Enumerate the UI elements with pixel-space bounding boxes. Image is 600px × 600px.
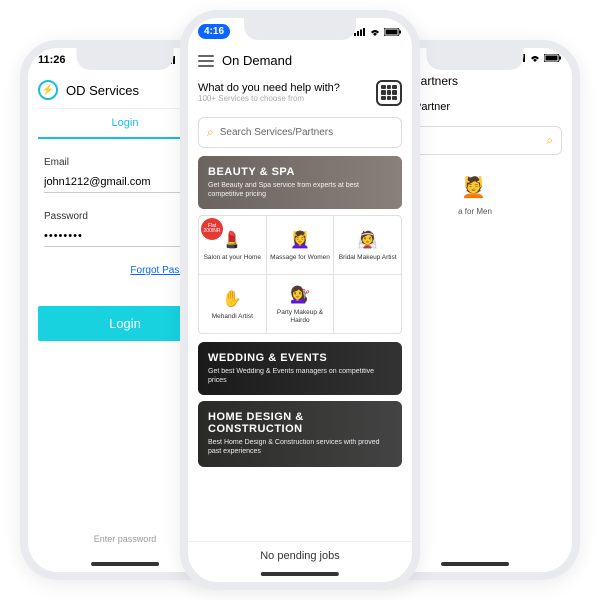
battery-icon xyxy=(384,28,402,36)
notch xyxy=(427,48,524,70)
wifi-icon xyxy=(529,54,541,62)
menu-icon[interactable] xyxy=(198,55,214,67)
service-salon-home[interactable]: Flat 200INR 💄 Salon at your Home xyxy=(199,216,266,274)
service-label: a for Men xyxy=(458,207,492,216)
home-indicator xyxy=(261,572,339,576)
clock: 11:26 xyxy=(38,54,66,66)
service-label: Massage for Women xyxy=(270,254,330,262)
bride-icon: 👰 xyxy=(357,229,379,251)
massage-icon: 💆 xyxy=(461,175,489,203)
banner-wedding-events[interactable]: WEDDING & EVENTS Get best Wedding & Even… xyxy=(198,342,402,395)
app-title: On Demand xyxy=(222,53,292,68)
no-pending-jobs: No pending jobs xyxy=(188,541,412,562)
search-icon: ⌕ xyxy=(546,133,553,148)
notch xyxy=(244,18,356,40)
service-massage-women[interactable]: 💆‍♀️ Massage for Women xyxy=(267,216,334,274)
service-empty xyxy=(334,275,401,333)
service-label: Bridal Makeup Artist xyxy=(339,254,397,262)
app-title: OD Services xyxy=(66,83,139,98)
service-label: Mehandi Artist xyxy=(212,313,253,321)
phone-home: 4:16 On Demand What do you need help wit… xyxy=(180,10,420,590)
search-icon: ⌕ xyxy=(207,125,214,140)
sub-prompt: 100+ Services to choose from xyxy=(198,94,370,103)
home-indicator xyxy=(441,562,509,566)
services-grid: Flat 200INR 💄 Salon at your Home 💆‍♀️ Ma… xyxy=(198,215,402,334)
notch xyxy=(77,48,174,70)
service-party-makeup[interactable]: 💇‍♀️ Party Makeup & Hairdo xyxy=(267,275,334,333)
clock: 4:16 xyxy=(198,24,230,39)
service-bridal-makeup[interactable]: 👰 Bridal Makeup Artist xyxy=(334,216,401,274)
banner-title: HOME DESIGN & CONSTRUCTION xyxy=(208,411,392,435)
banner-title: BEAUTY & SPA xyxy=(208,166,392,178)
hand-icon: ✋ xyxy=(221,288,243,310)
service-label: Party Makeup & Hairdo xyxy=(269,309,332,325)
wifi-icon xyxy=(369,28,381,36)
service-label: Salon at your Home xyxy=(204,254,261,262)
service-mehandi[interactable]: ✋ Mehandi Artist xyxy=(199,275,266,333)
banner-desc: Best Home Design & Construction services… xyxy=(208,438,392,456)
categories-grid-icon[interactable] xyxy=(376,80,402,106)
salon-icon: 💄 xyxy=(221,229,243,251)
home-indicator xyxy=(91,562,159,566)
status-icons xyxy=(354,28,402,36)
search-placeholder: Search Services/Partners xyxy=(220,127,333,138)
makeup-icon: 💇‍♀️ xyxy=(289,284,311,306)
banner-beauty-spa[interactable]: BEAUTY & SPA Get Beauty and Spa service … xyxy=(198,156,402,209)
logo-icon: ⚡ xyxy=(38,80,58,100)
banner-home-design[interactable]: HOME DESIGN & CONSTRUCTION Best Home Des… xyxy=(198,401,402,466)
banner-title: WEDDING & EVENTS xyxy=(208,352,392,364)
app-header: On Demand xyxy=(198,45,402,76)
discount-badge: Flat 200INR xyxy=(201,218,223,240)
prompt-text: What do you need help with? xyxy=(198,82,370,94)
signal-icon xyxy=(354,28,366,36)
banner-desc: Get best Wedding & Events managers on co… xyxy=(208,367,392,385)
battery-icon xyxy=(544,54,562,62)
search-input[interactable]: ⌕ Search Services/Partners xyxy=(198,117,402,148)
massage-icon: 💆‍♀️ xyxy=(289,229,311,251)
banner-desc: Get Beauty and Spa service from experts … xyxy=(208,181,392,199)
